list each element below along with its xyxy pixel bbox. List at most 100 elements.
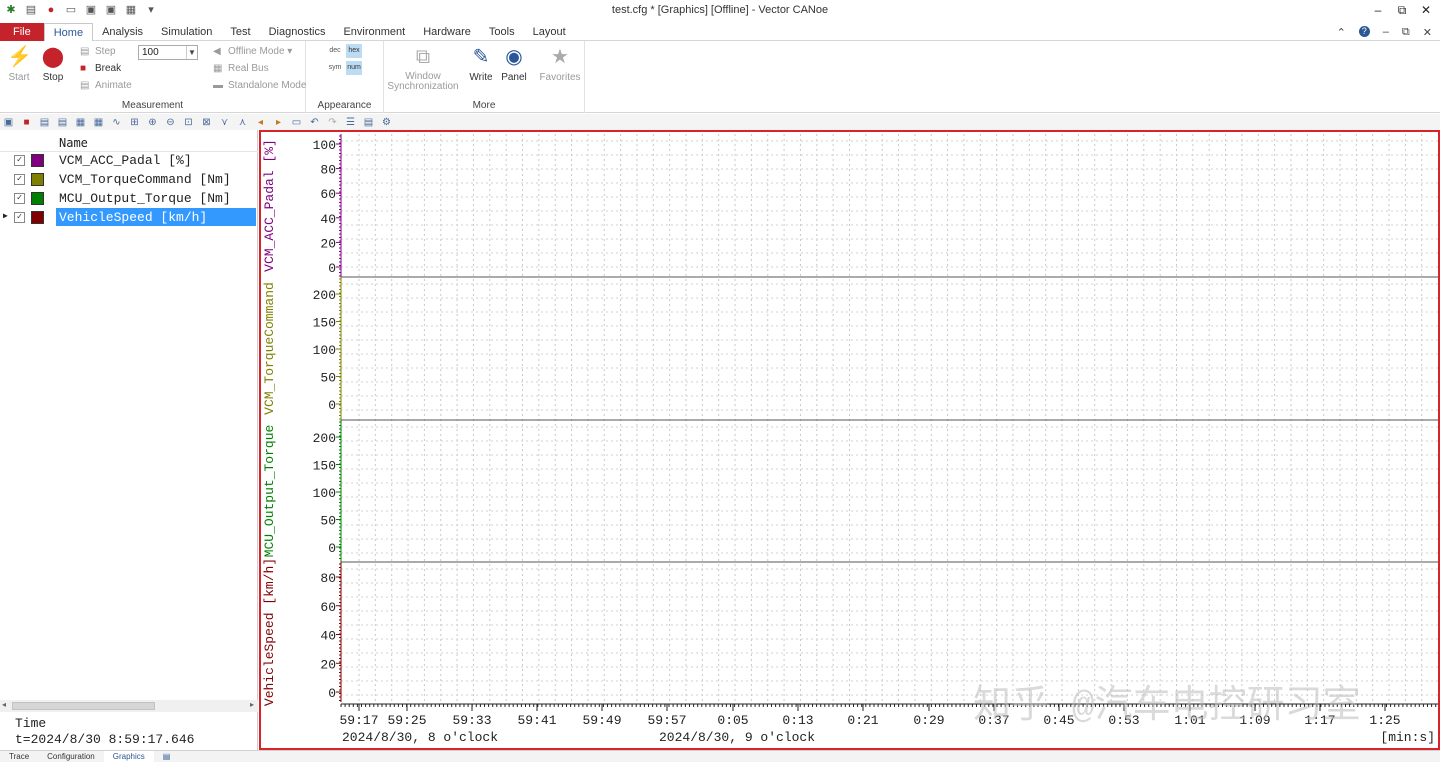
stop-record-icon[interactable]: ■	[20, 117, 33, 128]
tab-hardware[interactable]: Hardware	[414, 23, 480, 41]
minimize-button[interactable]: –	[1372, 3, 1384, 18]
collapse-ribbon-icon[interactable]: ⌃	[1337, 26, 1346, 39]
tab-layout[interactable]: Layout	[524, 23, 575, 41]
prev-icon[interactable]: ◂	[254, 117, 267, 128]
signal-row[interactable]: ✓ MCU_Output_Torque [Nm]	[0, 189, 258, 208]
row-pointer-icon: ▶	[3, 212, 8, 221]
tab-test[interactable]: Test	[221, 23, 259, 41]
tab-tools[interactable]: Tools	[480, 23, 524, 41]
tab-graphics[interactable]: Graphics	[103, 751, 154, 762]
real-bus-button[interactable]: ▦ Real Bus	[213, 63, 269, 74]
tab-extra-icon[interactable]: ▤	[154, 751, 180, 762]
y-tick-label: 200	[313, 288, 336, 303]
x-tick-label: 59:17	[339, 713, 378, 728]
signal-row[interactable]: ✓ VCM_ACC_Padal [%]	[0, 151, 258, 170]
table-icon[interactable]: ▤	[38, 117, 51, 128]
window-icon[interactable]: ▭	[290, 117, 303, 128]
zoom-in-icon[interactable]: ⊕	[146, 117, 159, 128]
y-tick-label: 0	[328, 398, 336, 413]
marker-icon[interactable]: ⊞	[128, 117, 141, 128]
animate-button[interactable]: ▤ Animate	[80, 80, 132, 91]
x-tick-label: 1:25	[1369, 713, 1400, 728]
x-date-label: 2024/8/30, 9 o'clock	[659, 730, 815, 745]
offline-mode-button[interactable]: ◀ Offline Mode ▾	[213, 46, 292, 57]
restore-button[interactable]: ⧉	[1396, 3, 1408, 18]
layout-icon[interactable]: ▣	[2, 117, 15, 128]
tab-analysis[interactable]: Analysis	[93, 23, 152, 41]
export-icon[interactable]: ▤	[362, 117, 375, 128]
signal-row[interactable]: ✓ VCM_TorqueCommand [Nm]	[0, 170, 258, 189]
signal-color-swatch[interactable]	[31, 154, 44, 167]
graphics-window[interactable]: 100 80 60 40 20 0 VCM_ACC_Padal [%] 200 150 100 50…	[259, 130, 1440, 750]
animate-icon: ▤	[80, 80, 90, 91]
line-style-icon[interactable]: ∿	[110, 117, 123, 128]
graphics-chart[interactable]: 100806040200VCM_ACC_Padal [%]20015010050…	[261, 132, 1438, 748]
tab-configuration[interactable]: Configuration	[38, 751, 104, 762]
break-icon: ■	[80, 63, 87, 74]
y-tick-label: 100	[313, 486, 336, 501]
stop-icon: ⬤	[41, 46, 65, 68]
signal-checkbox[interactable]: ✓	[14, 155, 25, 166]
close-button[interactable]: ✕	[1420, 3, 1432, 18]
signal-icon[interactable]: ▦	[92, 117, 105, 128]
settings-icon[interactable]: ⚙	[380, 117, 393, 128]
table2-icon[interactable]: ▤	[56, 117, 69, 128]
signal-checkbox[interactable]: ✓	[14, 174, 25, 185]
signal-checkbox[interactable]: ✓	[14, 193, 25, 204]
write-button[interactable]: ✎ Write	[464, 45, 498, 83]
start-button[interactable]: ⚡ Start	[2, 45, 36, 83]
scroll-right-icon[interactable]: ▸	[250, 700, 254, 709]
break-button[interactable]: ■ Break	[80, 63, 121, 74]
panel-button[interactable]: ◉ Panel	[497, 45, 531, 83]
window-sync-icon: ⧉	[415, 46, 431, 68]
y-tick-label: 60	[320, 187, 336, 202]
next-icon[interactable]: ▸	[272, 117, 285, 128]
doc-restore-button[interactable]: ⧉	[1402, 26, 1410, 39]
undo-icon[interactable]: ↶	[308, 117, 321, 128]
chevron-down-icon[interactable]: ▼	[186, 46, 197, 59]
zoom-out-icon[interactable]: ⊖	[164, 117, 177, 128]
scroll-left-icon[interactable]: ◂	[2, 700, 6, 709]
help-icon[interactable]: ?	[1358, 26, 1370, 37]
favorites-button[interactable]: ★ Favorites	[538, 45, 582, 83]
y-tick-label: 100	[313, 343, 336, 358]
tab-simulation[interactable]: Simulation	[152, 23, 221, 41]
scale-icon[interactable]: ⊠	[200, 117, 213, 128]
doc-close-button[interactable]: ✕	[1423, 26, 1432, 39]
horizontal-scrollbar[interactable]: ◂ ▸	[0, 700, 258, 712]
tab-trace[interactable]: Trace	[0, 751, 38, 762]
signal-checkbox[interactable]: ✓	[14, 212, 25, 223]
arrange-icon[interactable]: ☰	[344, 117, 357, 128]
y-tick-label: 80	[320, 571, 336, 586]
signal-color-swatch[interactable]	[31, 192, 44, 205]
tab-home[interactable]: Home	[43, 23, 94, 42]
window-sync-button[interactable]: ⧉ Window Synchronization	[386, 45, 460, 92]
animation-speed-combo[interactable]: 100 ▼	[138, 45, 198, 60]
y-tick-label: 200	[313, 431, 336, 446]
chart-icon[interactable]: ▦	[74, 117, 87, 128]
signal-list-header: Name	[0, 134, 258, 152]
measure-icon[interactable]: ⋏	[236, 117, 249, 128]
sym-format-button[interactable]: sym	[327, 61, 343, 75]
signal-color-swatch[interactable]	[31, 173, 44, 186]
signal-row[interactable]: ▶ ✓ VehicleSpeed [km/h]	[0, 208, 258, 227]
tab-environment[interactable]: Environment	[334, 23, 414, 41]
x-tick-label: 59:57	[647, 713, 686, 728]
zoom-fit-icon[interactable]: ⊡	[182, 117, 195, 128]
tab-diagnostics[interactable]: Diagnostics	[260, 23, 335, 41]
num-format-button[interactable]: num	[346, 61, 362, 75]
doc-minimize-button[interactable]: –	[1383, 26, 1389, 39]
y-axis-label: VCM_ACC_Padal [%]	[262, 139, 277, 272]
dec-format-button[interactable]: dec	[327, 44, 343, 58]
tab-file[interactable]: File	[0, 23, 44, 41]
signal-color-swatch[interactable]	[31, 211, 44, 224]
standalone-mode-button[interactable]: ▬ Standalone Mode	[213, 80, 306, 91]
title-bar: ✱ ▤ ● ▭ ▣ ▣ ▦ ▾ test.cfg * [Graphics] [O…	[0, 0, 1440, 23]
stop-button[interactable]: ⬤ Stop	[36, 45, 70, 83]
cursor-icon[interactable]: ⋎	[218, 117, 231, 128]
redo-icon[interactable]: ↷	[326, 117, 339, 128]
step-button[interactable]: ▤ Step	[80, 46, 116, 57]
hex-format-button[interactable]: hex	[346, 44, 362, 58]
scroll-thumb[interactable]	[12, 702, 155, 710]
offline-mode-icon: ◀	[213, 46, 221, 57]
